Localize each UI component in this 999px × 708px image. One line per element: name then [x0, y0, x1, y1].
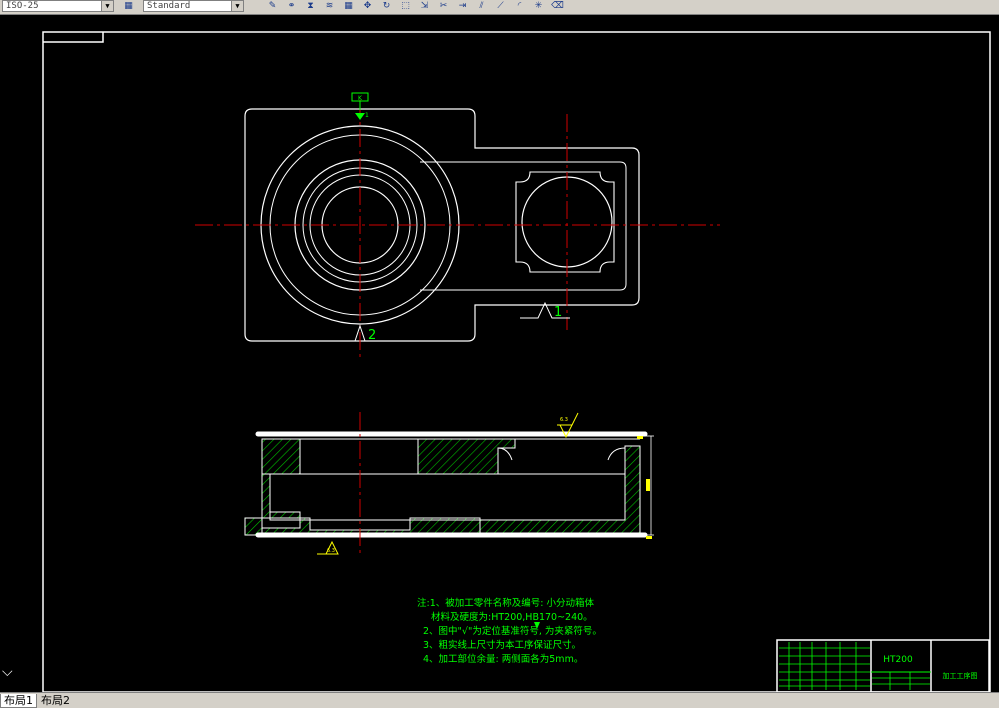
scale-icon[interactable]: ⬚ — [399, 0, 412, 12]
mirror-icon[interactable]: ⧗ — [304, 0, 317, 12]
revision-grid — [779, 642, 870, 690]
datum-label-2: 2 — [368, 328, 376, 343]
offset-icon[interactable]: ≋ — [323, 0, 336, 12]
stretch-icon[interactable]: ⇲ — [418, 0, 431, 12]
trim-icon[interactable]: ✂ — [437, 0, 450, 12]
dim-arrow-bottom — [646, 536, 652, 539]
roughness-leader-top — [571, 412, 579, 426]
pencil-icon[interactable]: ✎ — [266, 0, 279, 12]
array-icon[interactable]: ▦ — [342, 0, 355, 12]
roughness-value-bottom: 6.3 — [327, 548, 335, 554]
toolbar: ISO-25 ▼ ▦ Standard ▼ ✎ ⚭ ⧗ ≋ ▦ ✥ ↻ ⬚ ⇲ … — [0, 0, 999, 15]
datum-label-1: 1 — [554, 305, 562, 320]
eraser-icon[interactable]: ⌫ — [551, 0, 564, 12]
ucs-icon: ⌵ — [2, 664, 13, 680]
section-inner-cavity — [269, 473, 626, 521]
technical-notes: 注:1、被加工零件名称及编号: 小分动箱体 材料及硬度为:HT200,HB170… — [417, 597, 602, 665]
clamp-label: 1 — [365, 112, 369, 119]
tab-layout-1[interactable]: 布局1 — [0, 694, 37, 708]
hatch-left-wall — [261, 438, 301, 475]
note-line-5: 4、加工部位余量: 两侧面各为5mm。 — [423, 653, 583, 665]
scale-grid — [872, 672, 930, 690]
corner-tab — [43, 32, 104, 43]
extend-icon[interactable]: ⇥ — [456, 0, 469, 12]
clamp-symbol — [355, 113, 365, 120]
hatch-left-base — [244, 473, 301, 536]
drawing-border — [42, 31, 991, 692]
dimstyle-select[interactable]: ISO-25 ▼ — [2, 0, 114, 12]
hatch-right-wall — [479, 445, 641, 536]
cavity-outline — [515, 171, 615, 273]
move-icon[interactable]: ✥ — [361, 0, 374, 12]
rotate-icon[interactable]: ↻ — [380, 0, 393, 12]
break-icon[interactable]: ⫽ — [475, 0, 488, 12]
title-block: HT200 加工工序图 — [776, 639, 990, 692]
material-label: HT200 — [883, 655, 913, 665]
dimstyle-icon[interactable]: ▦ — [122, 0, 135, 12]
section-fillet-left — [497, 447, 513, 461]
textstyle-select[interactable]: Standard ▼ — [143, 0, 244, 12]
dimension-text — [646, 479, 650, 491]
layout-tabs: 布局1 布局2 — [0, 692, 999, 708]
link-icon[interactable]: ⚭ — [285, 0, 298, 12]
chamfer-icon[interactable]: ⟋ — [494, 0, 507, 12]
section-fillet-right — [607, 447, 626, 461]
chevron-down-icon[interactable]: ▼ — [101, 1, 113, 11]
dimstyle-value: ISO-25 — [6, 1, 39, 11]
top-view: K 1 2 1 — [195, 92, 720, 358]
explode-icon[interactable]: ✳ — [532, 0, 545, 12]
drawing-name-label: 加工工序图 — [943, 671, 978, 680]
note-line-1: 注:1、被加工零件名称及编号: 小分动箱体 — [417, 597, 594, 609]
textstyle-value: Standard — [147, 1, 191, 11]
tab-layout-2[interactable]: 布局2 — [38, 694, 73, 707]
dim-arrow-top — [637, 436, 643, 439]
note-line-3: 2、图中"√"为定位基准符号, 为夹紧符号。 — [423, 625, 602, 637]
section-view: 6.3 6.3 — [244, 412, 654, 555]
section-top-cavity — [299, 438, 419, 475]
hatch-bottom — [261, 517, 481, 536]
fillet-icon[interactable]: ◜ — [513, 0, 526, 12]
roughness-value-top: 6.3 — [560, 417, 568, 423]
hatch-center-boss — [417, 438, 516, 475]
chevron-down-icon[interactable]: ▼ — [231, 1, 243, 11]
drawing-canvas[interactable]: K 1 2 1 6.3 6.3 注:1、被加工零件名称及编号: 小分动箱体 材料… — [0, 15, 999, 692]
note-line-4: 3、粗实线上尺寸为本工序保证尺寸。 — [423, 639, 581, 651]
note-line-2: 材料及硬度为:HT200,HB170~240。 — [431, 611, 593, 623]
